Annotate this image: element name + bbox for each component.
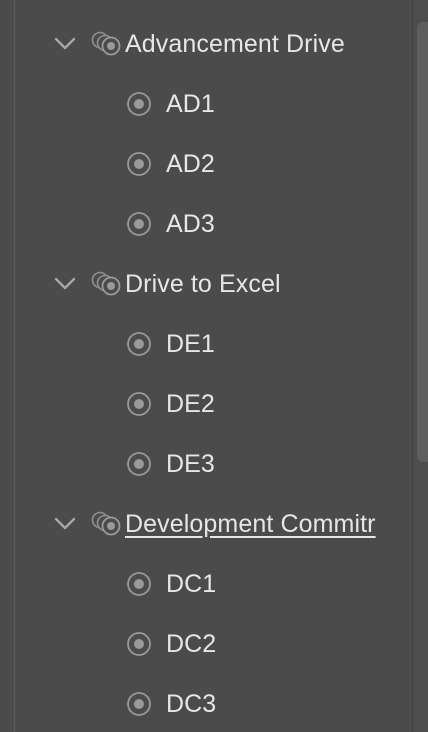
chevron-down-icon[interactable] [52, 511, 78, 537]
tree-group-label: Advancement Drive [125, 29, 345, 58]
tree-item-dc2[interactable]: DC2 [126, 614, 216, 674]
tree-item-label: DE2 [166, 389, 215, 418]
tree-item-label: AD1 [166, 89, 215, 118]
target-icon [126, 331, 152, 357]
target-icon [126, 391, 152, 417]
tree-item-dc3[interactable]: DC3 [126, 674, 216, 732]
tree-item-label: AD3 [166, 209, 215, 238]
tree-group-advancement-drive[interactable]: Advancement Drive [52, 14, 345, 74]
target-icon [126, 451, 152, 477]
tree-group-label: Drive to Excel [125, 269, 281, 298]
tree-item-ad3[interactable]: AD3 [126, 194, 215, 254]
tree-item-de2[interactable]: DE2 [126, 374, 215, 434]
layered-target-icon [91, 270, 125, 298]
tree-item-ad2[interactable]: AD2 [126, 134, 215, 194]
tree-item-de3[interactable]: DE3 [126, 434, 215, 494]
tree-group-drive-to-excel[interactable]: Drive to Excel [52, 254, 281, 314]
target-icon [126, 91, 152, 117]
tree-item-dc1[interactable]: DC1 [126, 554, 216, 614]
tree-item-label: DE3 [166, 449, 215, 478]
tree-group-development-commitment[interactable]: Development Commitr [52, 494, 376, 554]
chevron-down-icon[interactable] [52, 271, 78, 297]
tree-item-label: DC1 [166, 569, 217, 598]
tree-item-label: AD2 [166, 149, 215, 178]
scrollbar-thumb[interactable] [417, 22, 428, 462]
outline-tree: Advancement Drive AD1 AD2 AD3 Drive to E… [0, 0, 412, 732]
layered-target-icon [91, 510, 125, 538]
layered-target-icon [91, 30, 125, 58]
target-icon [126, 691, 152, 717]
tree-panel: Advancement Drive AD1 AD2 AD3 Drive to E… [0, 0, 428, 732]
tree-item-ad1[interactable]: AD1 [126, 74, 215, 134]
target-icon [126, 211, 152, 237]
target-icon [126, 571, 152, 597]
tree-item-label: DE1 [166, 329, 215, 358]
target-icon [126, 151, 152, 177]
tree-group-label: Development Commitr [125, 509, 376, 538]
tree-item-de1[interactable]: DE1 [126, 314, 215, 374]
tree-item-label: DC3 [166, 689, 217, 718]
chevron-down-icon[interactable] [52, 31, 78, 57]
target-icon [126, 631, 152, 657]
tree-item-label: DC2 [166, 629, 217, 658]
